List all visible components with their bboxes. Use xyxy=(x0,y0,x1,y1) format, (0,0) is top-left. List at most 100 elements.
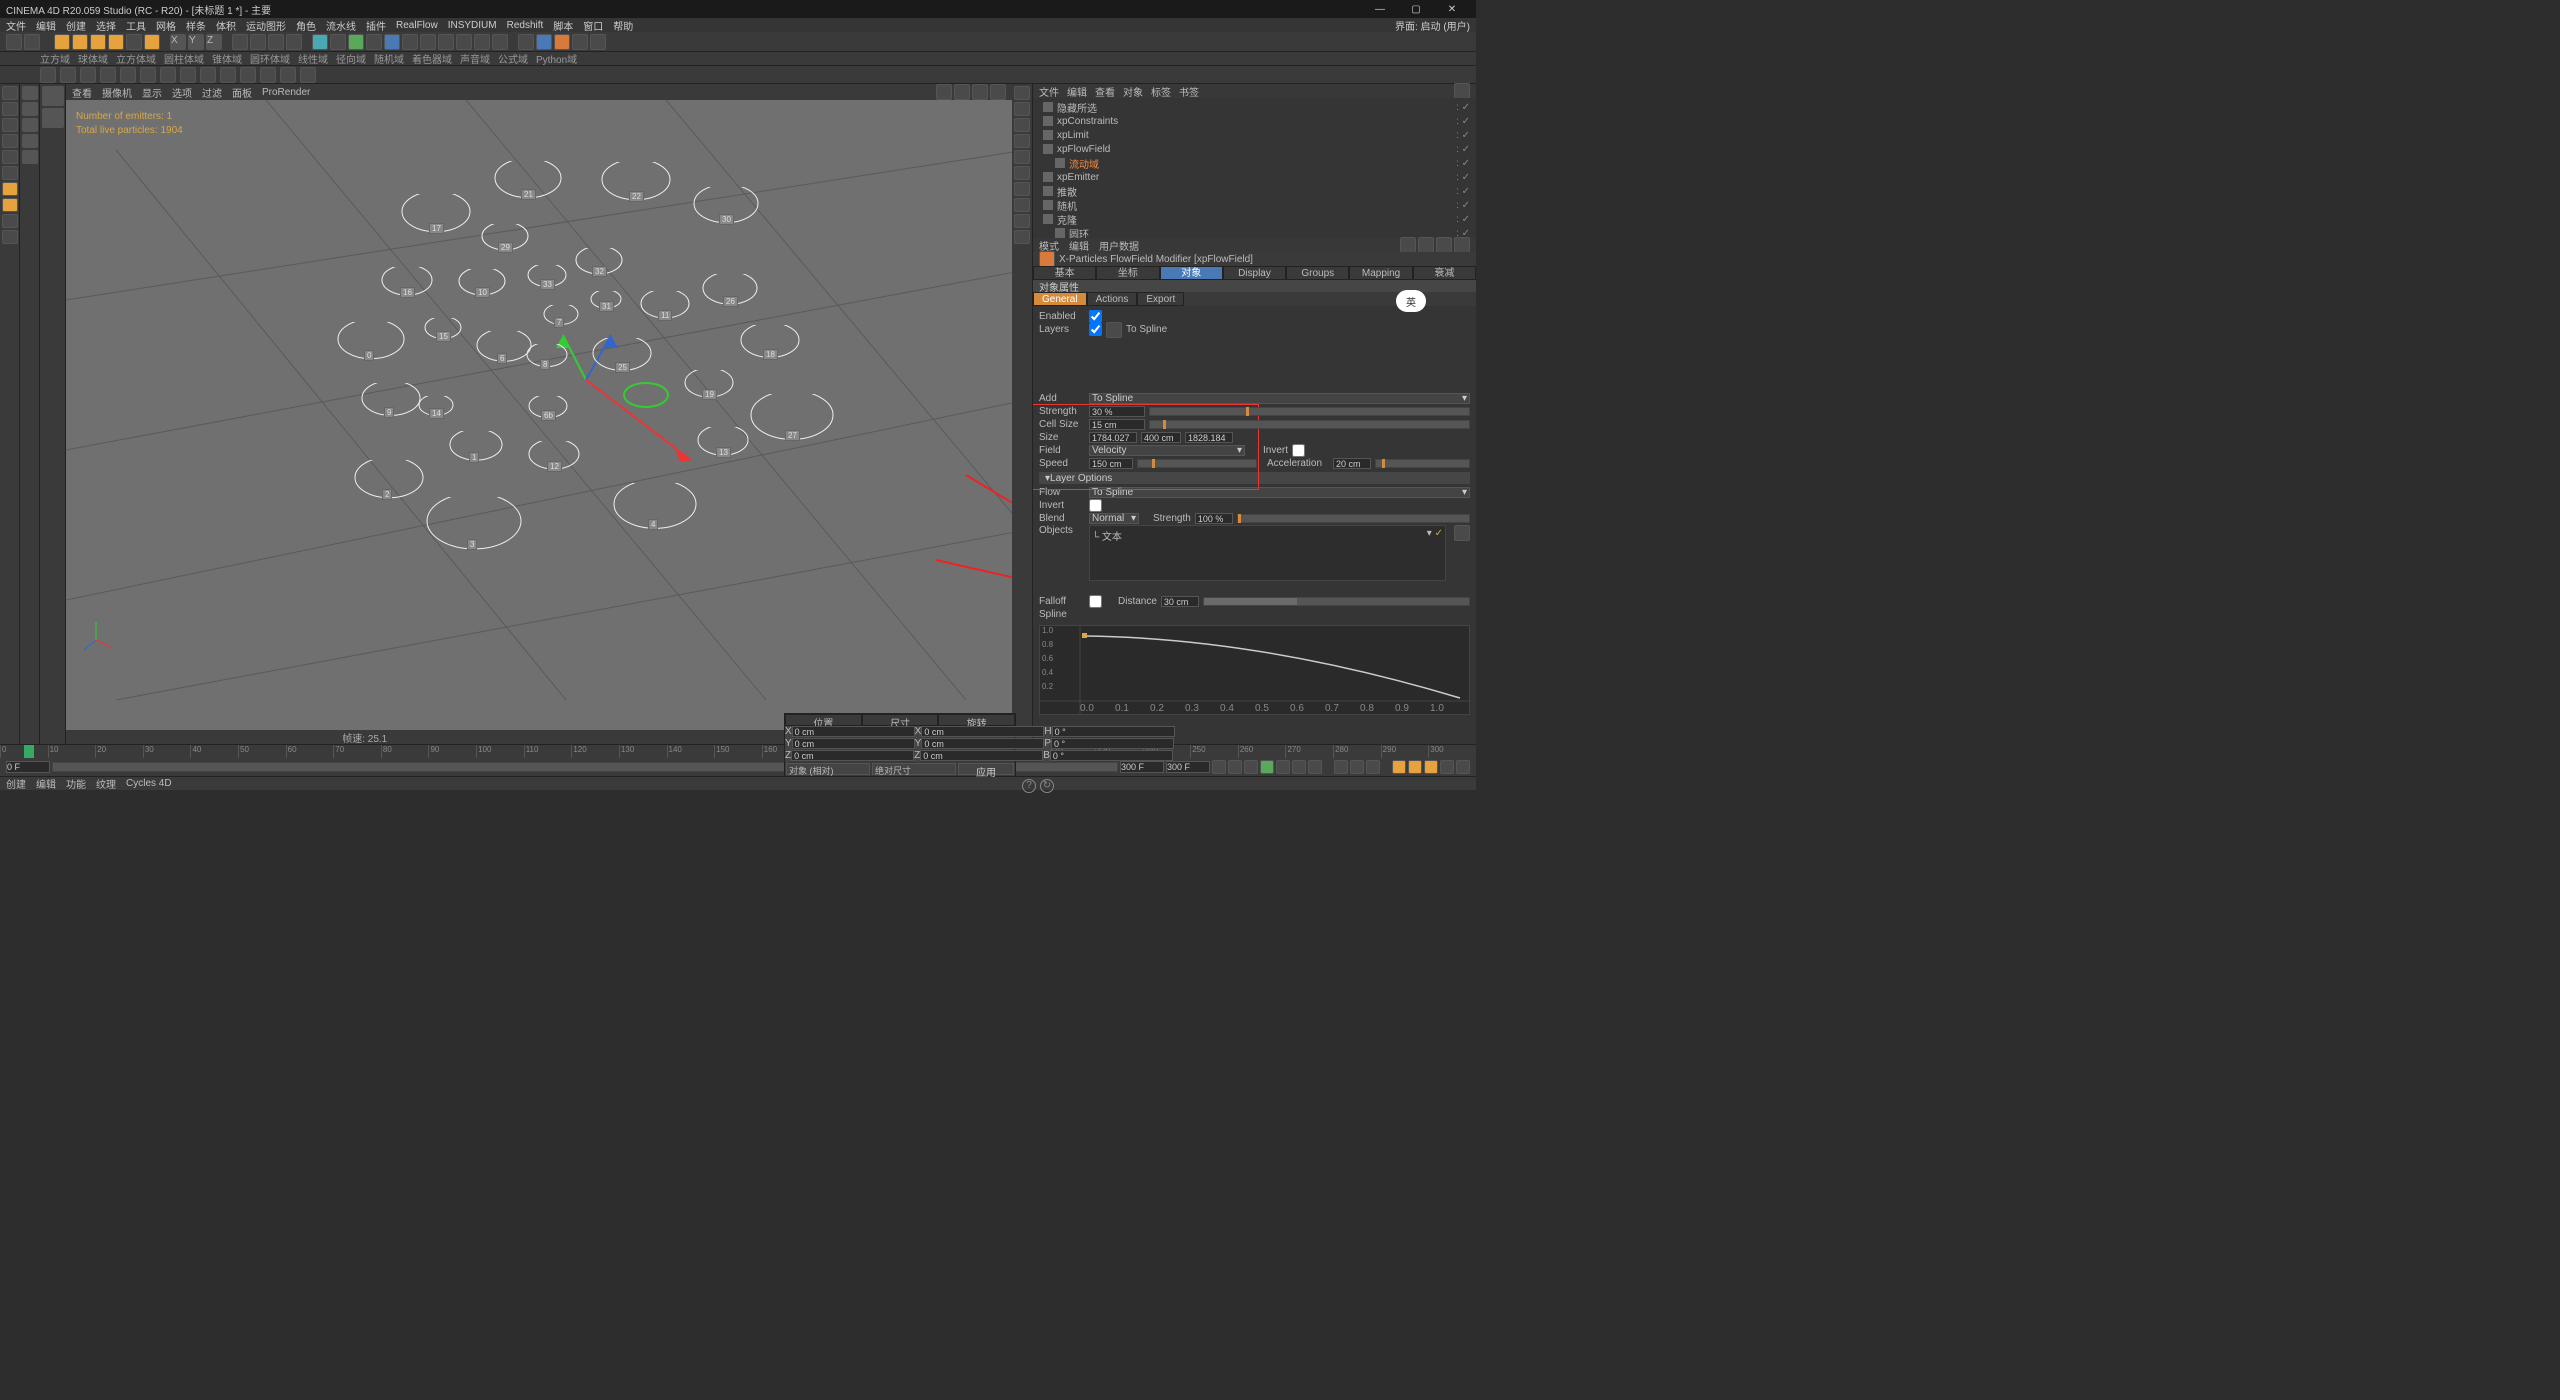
enabled-checkbox[interactable] xyxy=(1089,310,1102,323)
light-icon[interactable] xyxy=(456,34,472,50)
goto-end-icon[interactable] xyxy=(1308,760,1322,774)
size-z-input[interactable] xyxy=(920,750,1043,761)
vp-nav-icon[interactable] xyxy=(954,84,970,100)
rot-h-input[interactable] xyxy=(1052,726,1175,737)
key-icon[interactable] xyxy=(1366,760,1380,774)
spline-icon[interactable] xyxy=(1106,322,1122,338)
search-icon[interactable] xyxy=(1454,83,1470,99)
camera-icon[interactable] xyxy=(438,34,454,50)
tag-icon[interactable] xyxy=(572,34,588,50)
menu-window[interactable]: 窗口 xyxy=(583,18,603,33)
shelf-item[interactable]: 圆柱体域 xyxy=(164,51,204,66)
axis-icon[interactable] xyxy=(2,182,18,196)
subtab-export[interactable]: Export xyxy=(1137,292,1184,306)
rotate-tool-icon[interactable] xyxy=(108,34,124,50)
recent-tool-icon[interactable] xyxy=(126,34,142,50)
field-icon[interactable] xyxy=(554,34,570,50)
model-mode-icon[interactable] xyxy=(2,86,18,100)
key-p-icon[interactable] xyxy=(1392,760,1406,774)
shelf-item[interactable]: 锥体域 xyxy=(212,51,242,66)
vp-menu-panel[interactable]: 面板 xyxy=(232,85,252,100)
menu-mograph[interactable]: 运动图形 xyxy=(246,18,286,33)
objects-target-icon[interactable] xyxy=(1454,525,1470,541)
psr-icon[interactable] xyxy=(474,34,490,50)
shelf-item[interactable]: 立方域 xyxy=(40,51,70,66)
snap-icon[interactable] xyxy=(22,118,38,132)
strip-icon[interactable] xyxy=(1014,230,1030,244)
menu-select[interactable]: 选择 xyxy=(96,18,116,33)
menu-edit[interactable]: 编辑 xyxy=(36,18,56,33)
attr-nav-icon[interactable] xyxy=(1418,237,1434,253)
key-pla-icon[interactable] xyxy=(1456,760,1470,774)
viewport-solo-icon[interactable] xyxy=(2,214,18,228)
xp-icon[interactable] xyxy=(590,34,606,50)
tab-falloff[interactable]: 衰减 xyxy=(1413,266,1476,280)
tab-object[interactable]: 对象 xyxy=(1160,266,1223,280)
snap-icon[interactable] xyxy=(22,134,38,148)
shelf-icon[interactable] xyxy=(200,67,216,83)
menu-file[interactable]: 文件 xyxy=(6,18,26,33)
shelf-icon[interactable] xyxy=(300,67,316,83)
shelf-icon[interactable] xyxy=(60,67,76,83)
snap-icon[interactable] xyxy=(2,198,18,212)
tab-mapping[interactable]: Mapping xyxy=(1349,266,1412,280)
strip-icon[interactable] xyxy=(1014,102,1030,116)
edge-mode-icon[interactable] xyxy=(2,150,18,164)
shelf-item[interactable]: 球体域 xyxy=(78,51,108,66)
vp-menu-camera[interactable]: 摄像机 xyxy=(102,85,132,100)
render-pv-icon[interactable] xyxy=(250,34,266,50)
strip-icon[interactable] xyxy=(1014,86,1030,100)
mat-tab-create[interactable]: 创建 xyxy=(6,776,26,791)
om-row[interactable]: xpEmitter: ✓ xyxy=(1039,170,1470,184)
clapper-icon[interactable] xyxy=(286,34,302,50)
layout-label[interactable]: 界面: 启动 (用户) xyxy=(1395,18,1470,33)
strip-icon[interactable] xyxy=(1014,198,1030,212)
om-row[interactable]: xpConstraints: ✓ xyxy=(1039,114,1470,128)
menu-spline[interactable]: 样条 xyxy=(186,18,206,33)
select-tool-icon[interactable] xyxy=(54,34,70,50)
vp-nav-icon[interactable] xyxy=(972,84,988,100)
menu-char[interactable]: 角色 xyxy=(296,18,316,33)
prev-key-icon[interactable] xyxy=(1228,760,1242,774)
rot-p-input[interactable] xyxy=(1051,738,1174,749)
add-dropdown[interactable]: To Spline▾ xyxy=(1089,393,1470,404)
viewport-3d[interactable]: Number of emitters: 1 Total live particl… xyxy=(66,100,1012,730)
vp-menu-prorender[interactable]: ProRender xyxy=(262,87,310,98)
key-param-icon[interactable] xyxy=(1440,760,1454,774)
cube-primitive-icon[interactable] xyxy=(312,34,328,50)
mat-tab-cycles[interactable]: Cycles 4D xyxy=(126,778,172,789)
menu-volume[interactable]: 体积 xyxy=(216,18,236,33)
shelf-icon[interactable] xyxy=(80,67,96,83)
om-row[interactable]: xpLimit: ✓ xyxy=(1039,128,1470,142)
subtab-actions[interactable]: Actions xyxy=(1087,292,1138,306)
ime-badge[interactable]: 英 xyxy=(1396,290,1426,312)
falloff-dist-input[interactable] xyxy=(1161,596,1199,607)
shelf-item[interactable]: 圆环体域 xyxy=(250,51,290,66)
mograph-icon[interactable] xyxy=(518,34,534,50)
key-r-icon[interactable] xyxy=(1424,760,1438,774)
pos-y-input[interactable] xyxy=(792,738,915,749)
layers-checkbox[interactable] xyxy=(1089,323,1102,336)
end-frame-input[interactable] xyxy=(1120,761,1164,773)
shelf-icon[interactable] xyxy=(120,67,136,83)
strip-icon[interactable] xyxy=(1014,166,1030,180)
menu-realflow[interactable]: RealFlow xyxy=(396,20,438,31)
workplane-icon[interactable] xyxy=(2,118,18,132)
strip-icon[interactable] xyxy=(1014,214,1030,228)
attr-menu-edit[interactable]: 编辑 xyxy=(1069,238,1089,253)
om-menu-view[interactable]: 查看 xyxy=(1095,84,1115,99)
size-y-input[interactable] xyxy=(921,738,1044,749)
render-settings-icon[interactable] xyxy=(268,34,284,50)
shelf-item[interactable]: 随机域 xyxy=(374,51,404,66)
snap-icon[interactable] xyxy=(22,102,38,116)
effector-icon[interactable] xyxy=(536,34,552,50)
snap-icon[interactable] xyxy=(22,86,38,100)
play-icon[interactable] xyxy=(1260,760,1274,774)
shelf-icon[interactable] xyxy=(260,67,276,83)
strip-icon[interactable] xyxy=(1014,118,1030,132)
total-frames-input[interactable] xyxy=(1166,761,1210,773)
size-x-input[interactable] xyxy=(921,726,1044,737)
falloff-slider[interactable] xyxy=(1203,597,1470,606)
timeline-ruler[interactable]: 0102030405060708090100110120130140150160… xyxy=(0,744,1476,758)
falloff-graph[interactable]: 1.0 0.8 0.6 0.4 0.2 0.00.10.20.30.40.50.… xyxy=(1039,625,1470,715)
